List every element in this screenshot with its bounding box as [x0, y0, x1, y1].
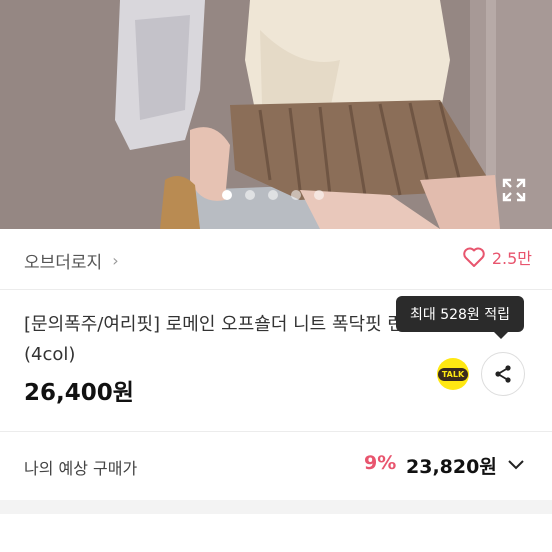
reward-tooltip: 최대 528원 적립 — [396, 296, 524, 339]
product-title: [문의폭주/여리핏] 로메인 오프숄더 니트 폭닥핏 런칭룩 (4col) — [24, 314, 438, 365]
share-button[interactable] — [481, 352, 525, 396]
carousel-dot[interactable] — [314, 190, 324, 200]
expected-price-label: 나의 예상 구매가 — [24, 459, 138, 478]
like-button[interactable]: 2.5만 — [462, 245, 532, 269]
share-icon — [495, 365, 511, 383]
tooltip-text: 최대 528원 적립 — [409, 307, 511, 323]
chevron-down-icon[interactable] — [506, 454, 526, 474]
section-separator — [0, 500, 552, 514]
product-image[interactable] — [0, 0, 552, 229]
kakaotalk-share-button[interactable]: TALK — [437, 358, 469, 390]
expand-icon[interactable] — [500, 176, 528, 204]
brand-link[interactable]: 오브더로지 › — [24, 248, 119, 273]
expected-price-row[interactable]: 나의 예상 구매가 9% 23,820원 — [0, 432, 552, 500]
like-count: 2.5만 — [491, 249, 532, 268]
carousel-dot[interactable] — [222, 190, 232, 200]
brand-row: 오브더로지 › 2.5만 — [0, 229, 552, 290]
brand-name: 오브더로지 — [24, 253, 103, 273]
carousel-indicator — [222, 190, 324, 200]
product-price: 26,400원 — [24, 380, 134, 406]
next-section — [0, 514, 552, 552]
heart-outline-icon — [463, 247, 485, 267]
chevron-right-icon: › — [112, 251, 119, 270]
kakaotalk-icon: TALK — [437, 367, 469, 381]
carousel-dot[interactable] — [245, 190, 255, 200]
carousel-dot[interactable] — [291, 190, 301, 200]
expected-price-value: 23,820원 — [406, 456, 497, 478]
carousel-dot[interactable] — [268, 190, 278, 200]
discount-rate: 9% — [364, 452, 397, 474]
